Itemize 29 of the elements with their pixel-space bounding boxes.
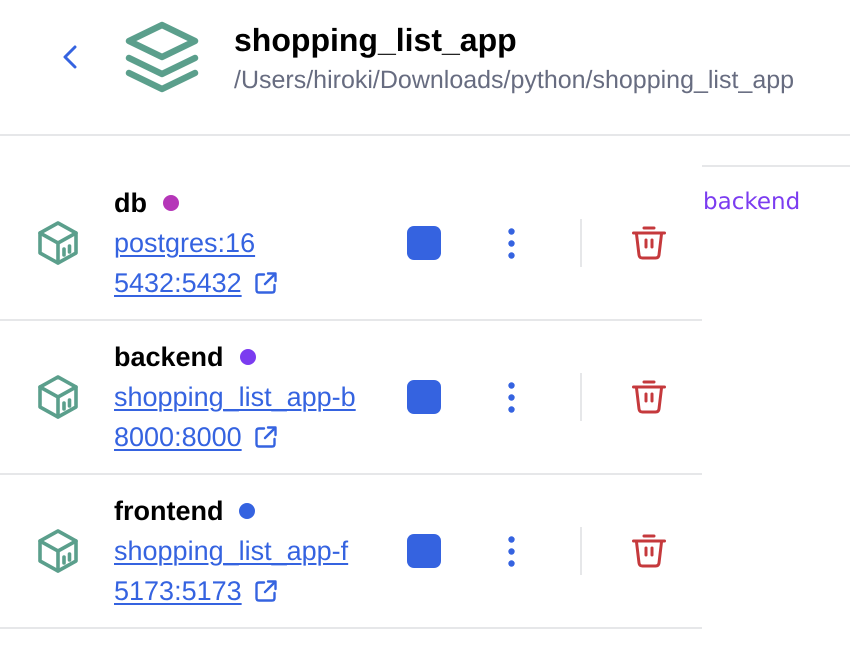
project-path: /Users/hiroki/Downloads/python/shopping_list_app <box>234 65 794 95</box>
cube-icon <box>38 221 78 265</box>
trash-icon[interactable] <box>632 380 666 414</box>
external-link-icon[interactable] <box>254 271 278 295</box>
more-icon[interactable] <box>508 536 515 566</box>
more-icon[interactable] <box>508 228 515 258</box>
external-link-icon[interactable] <box>254 425 278 449</box>
trash-icon[interactable] <box>632 226 666 260</box>
container-label: backend <box>702 188 802 217</box>
image-link[interactable]: postgres:16 <box>114 227 256 259</box>
stop-button[interactable] <box>407 226 441 260</box>
cube-icon <box>38 375 78 419</box>
external-link-icon[interactable] <box>254 579 278 603</box>
container-name: db <box>114 187 147 219</box>
layers-icon <box>125 21 199 93</box>
stop-button[interactable] <box>407 380 441 414</box>
stop-button[interactable] <box>407 534 441 568</box>
more-icon[interactable] <box>508 382 515 412</box>
port-link[interactable]: 5173:5173 <box>114 575 242 607</box>
cube-icon <box>38 529 78 573</box>
container-name: frontend <box>114 495 224 527</box>
project-title: shopping_list_app <box>234 21 518 59</box>
container-name: backend <box>114 341 224 373</box>
port-link[interactable]: 8000:8000 <box>114 421 242 453</box>
back-icon[interactable] <box>62 45 78 69</box>
port-link[interactable]: 5432:5432 <box>114 267 242 299</box>
trash-icon[interactable] <box>632 534 666 568</box>
image-link[interactable]: shopping_list_app-f <box>114 535 348 567</box>
image-link[interactable]: shopping_list_app-b <box>114 381 356 413</box>
